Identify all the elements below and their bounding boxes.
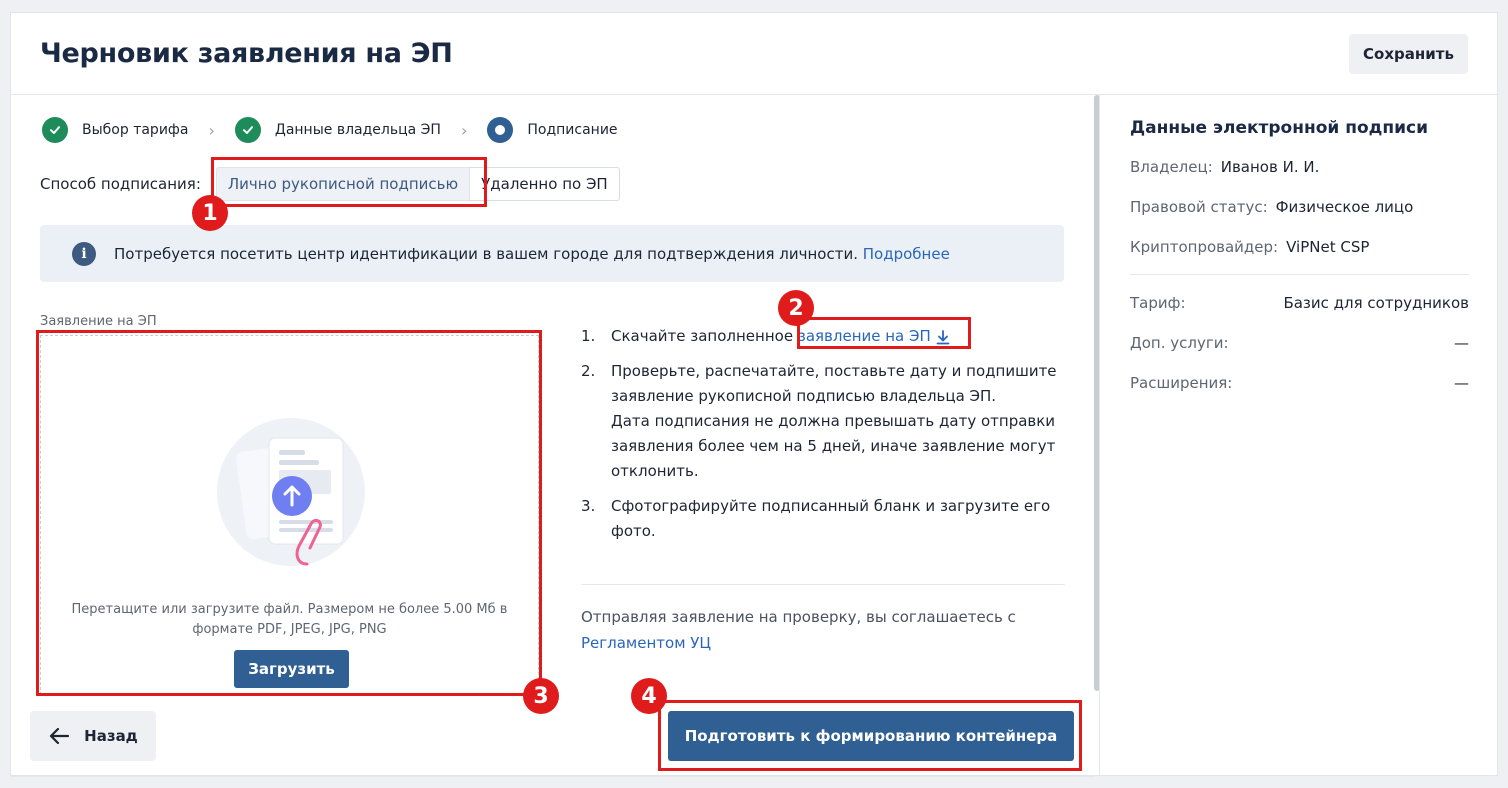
- step-label: Подписание: [527, 122, 618, 138]
- instruction-step: 2. Проверьте, распечатайте, поставьте да…: [581, 359, 1065, 484]
- instruction-note: Дата подписания не должна превышать дату…: [611, 412, 1056, 480]
- status-row: Правовой статус: Физическое лицо: [1130, 198, 1413, 216]
- prepare-container-button[interactable]: Подготовить к формированию контейнера: [668, 711, 1074, 761]
- tariff-label: Тариф:: [1130, 294, 1186, 312]
- back-button[interactable]: Назад: [30, 711, 156, 761]
- signing-method-label: Способ подписания:: [40, 175, 201, 193]
- step-signing: Подписание: [487, 117, 618, 143]
- crypto-row: Криптопровайдер: ViPNet CSP: [1130, 238, 1369, 256]
- extras-row: Доп. услуги: —: [1130, 334, 1469, 352]
- info-text: Потребуется посетить центр идентификации…: [114, 245, 950, 263]
- more-link[interactable]: Подробнее: [863, 245, 950, 263]
- extras-value: —: [1454, 334, 1469, 352]
- chevron-right-icon: ›: [460, 120, 468, 140]
- instruction-step: 1. Скачайте заполненное заявление на ЭП: [581, 324, 1065, 349]
- page-header: Черновик заявления на ЭП Сохранить: [11, 13, 1497, 95]
- status-value: Физическое лицо: [1275, 198, 1414, 216]
- upload-label: Заявление на ЭП: [40, 314, 157, 329]
- step-number: 1.: [581, 327, 596, 345]
- instruction-step: 3. Сфотографируйте подписанный бланк и з…: [581, 494, 1065, 544]
- upload-button[interactable]: Загрузить: [234, 650, 349, 688]
- chevron-right-icon: ›: [208, 120, 215, 140]
- download-icon: [936, 329, 950, 344]
- crypto-label: Криптопровайдер:: [1130, 238, 1279, 256]
- upload-illustration: [217, 418, 365, 566]
- consent-text: Отправляя заявление на проверку, вы согл…: [581, 604, 1065, 656]
- info-message: Потребуется посетить центр идентификации…: [114, 244, 858, 263]
- owner-label: Владелец:: [1130, 158, 1213, 176]
- signing-option-remote[interactable]: Удаленно по ЭП: [470, 167, 620, 201]
- step-tariff[interactable]: Выбор тарифа: [42, 117, 188, 143]
- regulations-link[interactable]: Регламентом УЦ: [581, 634, 711, 652]
- footer-divider: [11, 776, 1095, 777]
- stepper: Выбор тарифа › Данные владельца ЭП › Под…: [42, 117, 618, 143]
- upload-hint-line: формате PDF, JPEG, JPG, PNG: [192, 622, 387, 637]
- check-icon: [234, 117, 261, 143]
- annotation-badge-3: 3: [523, 678, 559, 714]
- instruction-text: Скачайте заполненное: [611, 327, 794, 345]
- info-icon: i: [72, 241, 96, 266]
- step-number: 2.: [581, 362, 596, 380]
- upload-hint: Перетащите или загрузите файл. Размером …: [41, 600, 538, 640]
- annotation-badge-2: 2: [778, 290, 814, 326]
- download-application-link[interactable]: заявление на ЭП: [798, 327, 951, 345]
- file-dropzone[interactable]: Перетащите или загрузите файл. Размером …: [40, 335, 539, 695]
- back-label: Назад: [84, 727, 138, 745]
- check-icon: [42, 117, 68, 143]
- owner-row: Владелец: Иванов И. И.: [1130, 158, 1319, 176]
- annotation-badge-4: 4: [631, 678, 667, 714]
- step-number: 3.: [581, 497, 596, 515]
- owner-value: Иванов И. И.: [1220, 158, 1320, 176]
- upload-hint-line: Перетащите или загрузите файл. Размером …: [71, 602, 508, 617]
- tariff-row: Тариф: Базис для сотрудников: [1130, 294, 1469, 312]
- instruction-text: Сфотографируйте подписанный бланк и загр…: [611, 497, 1051, 540]
- download-link-label: заявление на ЭП: [797, 327, 931, 345]
- status-label: Правовой статус:: [1130, 198, 1268, 216]
- signing-method: Способ подписания: Лично рукописной подп…: [40, 167, 620, 201]
- page-title: Черновик заявления на ЭП: [40, 38, 453, 69]
- crypto-value: ViPNet CSP: [1286, 238, 1370, 256]
- step-label: Данные владельца ЭП: [274, 122, 441, 138]
- extensions-value: —: [1454, 374, 1469, 392]
- save-button[interactable]: Сохранить: [1349, 34, 1468, 74]
- signature-summary-panel: Данные электронной подписи Владелец: Иван…: [1099, 95, 1498, 776]
- extensions-label: Расширения:: [1130, 374, 1233, 392]
- divider: [581, 584, 1065, 585]
- tariff-value: Базис для сотрудников: [1283, 294, 1469, 312]
- arrow-left-icon: [50, 727, 70, 745]
- extensions-row: Расширения: —: [1130, 374, 1469, 392]
- main-content: Выбор тарифа › Данные владельца ЭП › Под…: [11, 95, 1095, 777]
- instructions-list: 1. Скачайте заполненное заявление на ЭП …: [581, 324, 1065, 554]
- annotation-badge-1: 1: [192, 195, 228, 231]
- extras-label: Доп. услуги:: [1130, 334, 1229, 352]
- summary-divider: [1130, 274, 1469, 275]
- consent-message: Отправляя заявление на проверку, вы согл…: [581, 608, 1016, 626]
- step-owner-data[interactable]: Данные владельца ЭП: [234, 117, 441, 143]
- current-step-icon: [487, 117, 514, 143]
- info-banner: i Потребуется посетить центр идентификац…: [40, 225, 1064, 282]
- signing-option-handwritten[interactable]: Лично рукописной подписью: [215, 167, 471, 201]
- summary-title: Данные электронной подписи: [1130, 118, 1429, 138]
- application-card: Черновик заявления на ЭП Сохранить Выбор…: [10, 12, 1498, 777]
- step-label: Выбор тарифа: [82, 122, 189, 138]
- instruction-text: Проверьте, распечатайте, поставьте дату …: [611, 362, 1057, 405]
